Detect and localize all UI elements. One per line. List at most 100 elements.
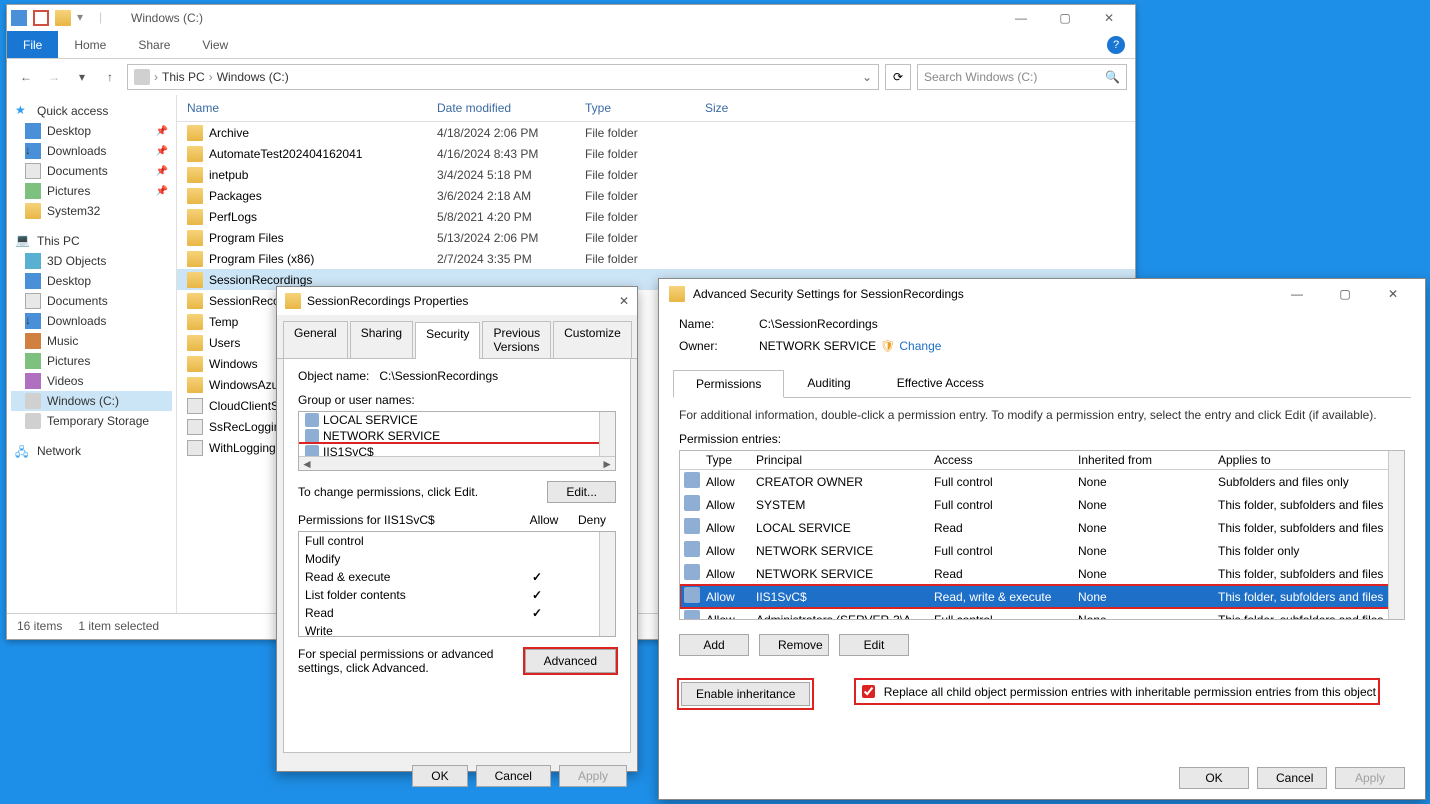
file-row[interactable]: inetpub3/4/2024 5:18 PMFile folder <box>177 164 1135 185</box>
tree-music[interactable]: Music <box>11 331 172 351</box>
tab-general[interactable]: General <box>283 321 348 358</box>
permission-entry-row[interactable]: AllowNETWORK SERVICEFull controlNoneThis… <box>680 539 1404 562</box>
apply-button[interactable]: Apply <box>559 765 627 787</box>
back-button[interactable]: ← <box>15 66 37 88</box>
permission-entries-table[interactable]: Type Principal Access Inherited from App… <box>679 450 1405 620</box>
tree-system32[interactable]: System32 <box>11 201 172 221</box>
apply-button[interactable]: Apply <box>1335 767 1405 789</box>
tree-pictures[interactable]: Pictures📌 <box>11 181 172 201</box>
close-button[interactable]: ✕ <box>1087 5 1131 31</box>
tree-pictures2[interactable]: Pictures <box>11 351 172 371</box>
advanced-button[interactable]: Advanced <box>525 649 616 673</box>
cancel-button[interactable]: Cancel <box>476 765 551 787</box>
col-date[interactable]: Date modified <box>437 101 585 115</box>
file-row[interactable]: Program Files (x86)2/7/2024 3:35 PMFile … <box>177 248 1135 269</box>
column-headers[interactable]: Name Date modified Type Size <box>177 95 1135 122</box>
file-row[interactable]: Archive4/18/2024 2:06 PMFile folder <box>177 122 1135 143</box>
recent-dropdown[interactable]: ▾ <box>71 66 93 88</box>
ribbon-view-tab[interactable]: View <box>186 32 244 58</box>
objects3d-icon <box>25 253 41 269</box>
edit-button[interactable]: Edit... <box>547 481 616 503</box>
file-row[interactable]: Program Files5/13/2024 2:06 PMFile folde… <box>177 227 1135 248</box>
group-list[interactable]: LOCAL SERVICE NETWORK SERVICE IIS1SvC$ A… <box>298 411 616 471</box>
scrollbar-h[interactable]: ◄► <box>299 456 615 470</box>
tab-auditing[interactable]: Auditing <box>784 369 873 397</box>
permission-entry-row[interactable]: AllowCREATOR OWNERFull controlNoneSubfol… <box>680 470 1404 493</box>
ribbon-file-tab[interactable]: File <box>7 31 58 58</box>
ok-button[interactable]: OK <box>1179 767 1249 789</box>
search-input[interactable]: Search Windows (C:) 🔍 <box>917 64 1127 90</box>
tree-downloads[interactable]: ↓Downloads📌 <box>11 141 172 161</box>
tab-previous[interactable]: Previous Versions <box>482 321 551 358</box>
refresh-button[interactable]: ⟳ <box>885 64 911 90</box>
enable-inheritance-button[interactable]: Enable inheritance <box>681 682 810 706</box>
tree-network[interactable]: 🖧Network <box>11 441 172 461</box>
tree-3dobjects[interactable]: 3D Objects <box>11 251 172 271</box>
tree-documents2[interactable]: Documents <box>11 291 172 311</box>
tree-documents[interactable]: Documents📌 <box>11 161 172 181</box>
pin-icon: 📌 <box>156 146 168 157</box>
remove-button[interactable]: Remove <box>759 634 829 656</box>
permission-entry-row[interactable]: AllowAdministrators (SERVER-3\A...Full c… <box>680 608 1404 620</box>
music-icon <box>25 333 41 349</box>
allow-header: Allow <box>520 513 568 527</box>
permission-entry-row[interactable]: AllowNETWORK SERVICEReadNoneThis folder,… <box>680 562 1404 585</box>
tree-videos[interactable]: Videos <box>11 371 172 391</box>
close-button[interactable]: ✕ <box>1371 280 1415 308</box>
permission-entry-row[interactable]: AllowSYSTEMFull controlNoneThis folder, … <box>680 493 1404 516</box>
address-bar[interactable]: › This PC › Windows (C:) ⌄ <box>127 64 879 90</box>
scrollbar[interactable] <box>1388 451 1404 619</box>
ribbon-share-tab[interactable]: Share <box>122 32 186 58</box>
maximize-button[interactable]: ▢ <box>1043 5 1087 31</box>
breadcrumb-drive[interactable]: Windows (C:) <box>217 70 289 84</box>
scrollbar[interactable] <box>599 412 615 456</box>
ok-button[interactable]: OK <box>412 765 467 787</box>
file-row[interactable]: AutomateTest2024041620414/16/2024 8:43 P… <box>177 143 1135 164</box>
close-button[interactable]: ✕ <box>619 294 629 308</box>
ribbon-home-tab[interactable]: Home <box>58 32 122 58</box>
minimize-button[interactable]: — <box>1275 280 1319 308</box>
help-icon[interactable]: ? <box>1107 36 1125 54</box>
up-button[interactable]: ↑ <box>99 66 121 88</box>
tab-permissions[interactable]: Permissions <box>673 370 784 398</box>
scrollbar[interactable] <box>599 532 615 636</box>
tab-customize[interactable]: Customize <box>553 321 632 358</box>
tree-downloads2[interactable]: ↓Downloads <box>11 311 172 331</box>
qat-dropdown-icon[interactable]: ▾ <box>77 10 93 26</box>
add-button[interactable]: Add <box>679 634 749 656</box>
permission-entry-row[interactable]: AllowLOCAL SERVICEReadNoneThis folder, s… <box>680 516 1404 539</box>
forward-button[interactable]: → <box>43 66 65 88</box>
minimize-button[interactable]: — <box>999 5 1043 31</box>
address-dropdown-icon[interactable]: ⌄ <box>862 70 872 84</box>
col-name[interactable]: Name <box>177 101 437 115</box>
col-type[interactable]: Type <box>585 101 705 115</box>
star-icon: ★ <box>15 103 31 119</box>
replace-checkbox[interactable] <box>862 685 875 698</box>
permission-entry-row[interactable]: AllowIIS1SvC$Read, write & executeNoneTh… <box>680 585 1404 608</box>
tree-desktop[interactable]: Desktop📌 <box>11 121 172 141</box>
tree-cdrive[interactable]: Windows (C:) <box>11 391 172 411</box>
edit-button[interactable]: Edit <box>839 634 909 656</box>
qat-icon-2[interactable] <box>33 10 49 26</box>
tree-desktop2[interactable]: Desktop <box>11 271 172 291</box>
cancel-button[interactable]: Cancel <box>1257 767 1327 789</box>
file-row[interactable]: PerfLogs5/8/2021 4:20 PMFile folder <box>177 206 1135 227</box>
tree-quickaccess[interactable]: ★Quick access <box>11 101 172 121</box>
tree-thispc[interactable]: 💻This PC <box>11 231 172 251</box>
maximize-button[interactable]: ▢ <box>1323 280 1367 308</box>
replace-checkbox-row[interactable]: Replace all child object permission entr… <box>856 680 1378 703</box>
tab-effective-access[interactable]: Effective Access <box>874 369 1007 397</box>
status-items: 16 items <box>17 619 62 633</box>
qat-icon-1[interactable] <box>11 10 27 26</box>
tab-sharing[interactable]: Sharing <box>350 321 413 358</box>
tree-tempstorage[interactable]: Temporary Storage <box>11 411 172 431</box>
change-owner-link[interactable]: Change <box>899 339 941 353</box>
file-row[interactable]: Packages3/6/2024 2:18 AMFile folder <box>177 185 1135 206</box>
col-size[interactable]: Size <box>705 101 805 115</box>
pictures-icon <box>25 183 41 199</box>
shield-icon: 🛡 <box>880 339 895 353</box>
tab-security[interactable]: Security <box>415 322 480 359</box>
breadcrumb-thispc[interactable]: This PC <box>162 70 205 84</box>
folder-icon <box>187 146 203 162</box>
user-icon <box>684 610 700 620</box>
